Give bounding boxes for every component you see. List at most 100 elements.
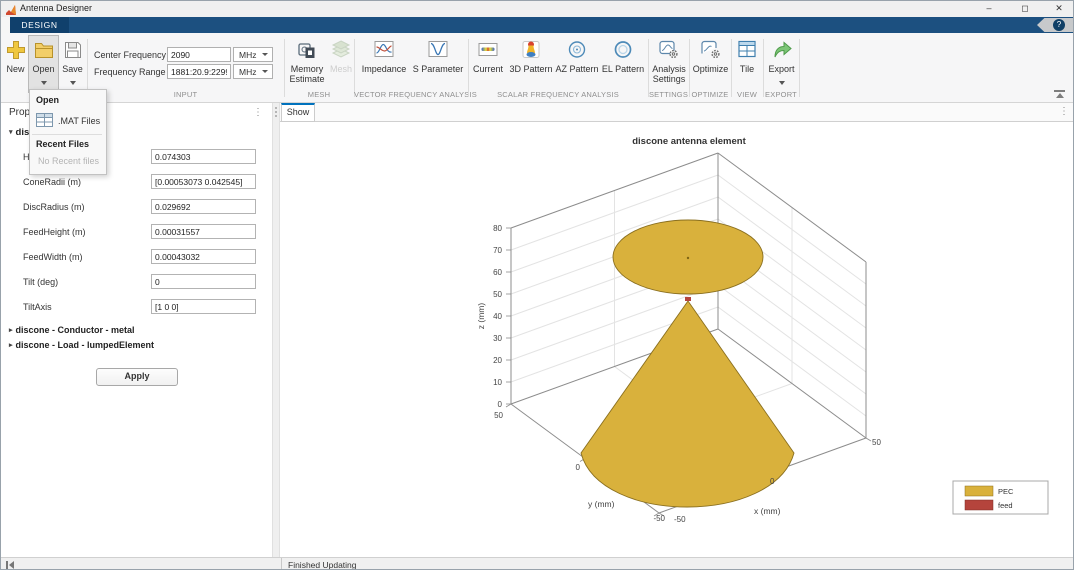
frequency-range-label: Frequency Range: [94, 67, 166, 77]
pattern-el-button[interactable]: EL Pattern: [600, 36, 646, 92]
save-caret-icon: [70, 81, 76, 85]
maximize-button[interactable]: ◻: [1012, 1, 1038, 16]
feed-point-marker: [687, 257, 689, 259]
section-label-input: INPUT: [87, 90, 284, 99]
tab-design[interactable]: DESIGN: [10, 17, 69, 33]
viewer-tab-strip: Show ⋮: [280, 103, 1074, 122]
panel-splitter[interactable]: [272, 103, 280, 557]
property-label-feedwidth: FeedWidth (m): [23, 252, 83, 262]
svg-text:60: 60: [493, 268, 502, 277]
svg-text:50: 50: [872, 438, 881, 447]
unit-caret-icon: [262, 53, 268, 56]
collapse-ribbon-icon[interactable]: [1054, 90, 1065, 98]
status-divider: [281, 558, 282, 570]
splitter-grip: [275, 107, 278, 117]
section-label-view: VIEW: [731, 90, 763, 99]
current-button[interactable]: Current: [470, 36, 506, 92]
new-document-icon: [5, 39, 27, 66]
property-label-tiltaxis: TiltAxis: [23, 302, 52, 312]
ribbon-divider: [689, 39, 690, 97]
tab-show[interactable]: Show: [281, 103, 315, 122]
property-input-discradius[interactable]: [151, 199, 256, 214]
property-input-feedheight[interactable]: [151, 224, 256, 239]
ribbon-divider: [648, 39, 649, 97]
svg-text:50: 50: [494, 411, 503, 420]
pattern-az-button[interactable]: AZ Pattern: [554, 36, 600, 92]
svg-text:0: 0: [498, 400, 503, 409]
property-input-tiltaxis[interactable]: [151, 299, 256, 314]
recent-files-header: Recent Files: [36, 139, 89, 149]
new-button[interactable]: New: [2, 36, 29, 92]
ribbon-divider: [468, 39, 469, 97]
apply-button[interactable]: Apply: [96, 368, 178, 386]
frequency-range-unit-select[interactable]: MHz: [233, 64, 273, 79]
pattern-3d-icon: [521, 39, 542, 65]
property-input-coneradii[interactable]: [151, 174, 256, 189]
panel-menu-icon[interactable]: ⋮: [253, 107, 263, 118]
section-label-mesh: MESH: [284, 90, 354, 99]
center-frequency-label: Center Frequency: [94, 50, 166, 60]
section-label-export: EXPORT: [763, 90, 799, 99]
svg-text:10: 10: [493, 378, 502, 387]
impedance-plot-icon: [374, 39, 395, 65]
discone-cone: [581, 301, 794, 507]
analysis-settings-icon: [659, 39, 680, 65]
chevron-right-icon: ▸: [9, 341, 13, 349]
plot-legend[interactable]: PEC feed: [953, 481, 1048, 514]
app-window: Antenna Designer – ◻ ✕ DESIGN ? New Open: [0, 0, 1074, 570]
legend-swatch-pec: [965, 486, 993, 496]
open-menu-header: Open: [36, 95, 59, 105]
feed-element: [685, 297, 691, 301]
s-parameter-button[interactable]: S Parameter: [410, 36, 466, 92]
property-input-feedwidth[interactable]: [151, 249, 256, 264]
menu-item-mat-files[interactable]: .MAT Files: [30, 110, 106, 132]
help-button[interactable]: ?: [1037, 18, 1074, 32]
ribbon-divider: [799, 39, 800, 97]
tree-node-conductor[interactable]: ▸discone - Conductor - metal: [9, 325, 135, 335]
svg-text:80: 80: [493, 224, 502, 233]
legend-label-feed: feed: [998, 501, 1013, 510]
svg-text:20: 20: [493, 356, 502, 365]
minimize-button[interactable]: –: [976, 1, 1002, 16]
center-frequency-unit-select[interactable]: MHz: [233, 47, 273, 62]
pattern-el-icon: [613, 39, 634, 65]
analysis-settings-button[interactable]: Analysis Settings: [650, 36, 688, 92]
x-axis-label: x (mm): [754, 506, 781, 516]
ribbon-divider: [284, 39, 285, 97]
z-axis-tick-labels: 0 10 20 30 40 50 60 70 80: [493, 224, 502, 409]
memory-chip-icon: [296, 39, 318, 66]
memory-estimate-button[interactable]: Memory Estimate: [286, 36, 328, 92]
close-button[interactable]: ✕: [1046, 1, 1072, 16]
property-input-tilt[interactable]: [151, 274, 256, 289]
impedance-button[interactable]: Impedance: [359, 36, 409, 92]
help-icon: ?: [1053, 19, 1065, 31]
status-bar: Finished Updating: [1, 557, 1073, 570]
chevron-right-icon: ▸: [9, 326, 13, 334]
ribbon-divider: [763, 39, 764, 97]
export-button[interactable]: Export: [765, 36, 798, 92]
antenna-figure: discone antenna element 0 10 20 30 40 50…: [280, 122, 1074, 557]
collapse-panel-icon[interactable]: [6, 561, 16, 569]
svg-text:50: 50: [493, 290, 502, 299]
tree-node-load[interactable]: ▸discone - Load - lumpedElement: [9, 340, 154, 350]
export-caret-icon: [779, 81, 785, 85]
chevron-down-icon: ▾: [9, 128, 13, 136]
frequency-range-input[interactable]: [167, 64, 231, 79]
ribbon-toolbar: New Open Save Center Frequency MHz Frequ…: [1, 33, 1073, 103]
pattern-az-icon: [567, 39, 588, 65]
svg-text:-50: -50: [653, 514, 665, 523]
discone-3d-plot[interactable]: discone antenna element 0 10 20 30 40 50…: [280, 122, 1074, 557]
tile-button[interactable]: Tile: [732, 36, 762, 92]
open-button[interactable]: Open: [29, 36, 58, 92]
property-input-height[interactable]: [151, 149, 256, 164]
tab-bar-notch: [1, 17, 10, 33]
viewer-menu-icon[interactable]: ⋮: [1059, 106, 1069, 117]
current-colormap-icon: [478, 39, 499, 65]
pattern-3d-button[interactable]: 3D Pattern: [508, 36, 554, 92]
svg-text:0: 0: [576, 463, 581, 472]
property-label-tilt: Tilt (deg): [23, 277, 58, 287]
center-frequency-input[interactable]: [167, 47, 231, 62]
optimize-button[interactable]: Optimize: [691, 36, 730, 92]
save-button[interactable]: Save: [58, 36, 87, 92]
ribbon-tab-bar: [1, 17, 1073, 33]
